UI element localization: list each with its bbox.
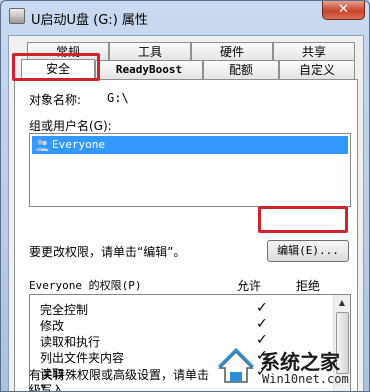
dialog-body: 常规 工具 硬件 共享 安全 ReadyBoost 配额 自定义 对象名称: G… xyxy=(8,35,364,392)
scroll-up-icon[interactable]: ▲ xyxy=(334,295,350,311)
tab-tools[interactable]: 工具 xyxy=(109,42,191,61)
watermark: 系统之家 Win10net.com xyxy=(216,342,370,392)
title-bar[interactable]: U启动U盘 (G:) 属性 ✕ xyxy=(1,1,369,31)
permission-name: 列出文件夹内容 xyxy=(40,351,125,365)
drive-icon xyxy=(9,8,25,24)
group-users-label: 组或用户名(G): xyxy=(29,119,112,133)
properties-window: U启动U盘 (G:) 属性 ✕ 常规 工具 硬件 共享 安全 ReadyBoos… xyxy=(0,0,370,392)
permission-row: 修改 ✓ xyxy=(30,316,350,333)
edit-button[interactable]: 编辑(E)... xyxy=(267,240,349,262)
house-logo-icon xyxy=(217,347,255,383)
window-title: U启动U盘 (G:) 属性 xyxy=(31,13,148,28)
watermark-url: Win10net.com xyxy=(262,372,349,386)
tab-hardware[interactable]: 硬件 xyxy=(191,42,273,61)
tab-readyboost[interactable]: ReadyBoost xyxy=(95,60,203,79)
permission-name: 完全控制 xyxy=(40,303,89,317)
close-button[interactable]: ✕ xyxy=(322,1,365,20)
user-name: Everyone xyxy=(52,138,105,151)
allow-header: 允许 xyxy=(237,279,262,293)
allow-check-icon: ✓ xyxy=(256,300,268,316)
allow-check-icon: ✓ xyxy=(256,316,268,332)
tab-security[interactable]: 安全 xyxy=(21,59,95,80)
tab-sharing[interactable]: 共享 xyxy=(273,42,355,61)
permissions-header: Everyone 的权限(P) xyxy=(29,279,142,292)
special-permissions-hint-cont: 级"。 xyxy=(29,383,59,392)
object-name-value: G:\ xyxy=(107,91,129,105)
list-item-everyone[interactable]: Everyone xyxy=(32,136,348,154)
permission-row: 完全控制 ✓ xyxy=(30,300,350,317)
change-permissions-hint: 要更改权限，请单击“编辑”。 xyxy=(29,245,186,259)
tab-customize[interactable]: 自定义 xyxy=(279,60,355,79)
users-listbox[interactable]: Everyone xyxy=(29,133,351,207)
deny-header: 拒绝 xyxy=(296,279,321,293)
permission-name: 修改 xyxy=(40,319,65,333)
permission-name: 读取和执行 xyxy=(40,335,101,349)
user-group-icon xyxy=(35,139,49,151)
object-name-label: 对象名称: xyxy=(29,93,82,107)
tab-quota[interactable]: 配额 xyxy=(203,60,279,79)
watermark-title: 系统之家 xyxy=(260,350,340,374)
